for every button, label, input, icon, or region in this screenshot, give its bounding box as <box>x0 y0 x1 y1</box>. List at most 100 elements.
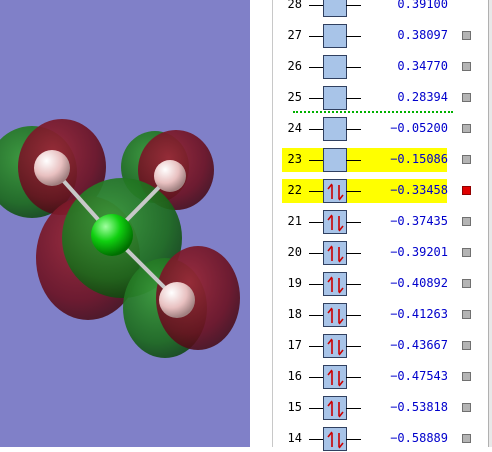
orbital-checkbox[interactable] <box>462 341 471 350</box>
level-line <box>309 5 324 6</box>
orbital-checkbox[interactable] <box>462 155 471 164</box>
orbital-checkbox[interactable] <box>462 62 471 71</box>
orbital-box[interactable] <box>323 86 347 110</box>
electron-pair-icon <box>327 183 344 201</box>
mo-energy: −0.41263 <box>390 307 448 321</box>
mo-row[interactable]: 28 0.39100 <box>273 0 489 17</box>
carbon-atom[interactable] <box>91 214 133 256</box>
mo-number: 23 <box>287 152 302 166</box>
orbital-checkbox[interactable] <box>462 372 471 381</box>
electron-pair-icon <box>327 431 344 449</box>
mo-row[interactable]: 27 0.38097 <box>273 24 489 48</box>
mo-number: 14 <box>287 431 302 445</box>
molecule-viewer[interactable] <box>0 0 250 447</box>
level-line <box>346 36 361 37</box>
orbital-box[interactable] <box>323 0 347 17</box>
electron-pair-icon <box>327 245 344 263</box>
level-line <box>309 253 324 254</box>
orbital-box[interactable] <box>323 334 347 358</box>
mo-number: 19 <box>287 276 302 290</box>
level-line <box>309 408 324 409</box>
mo-row[interactable]: 17 −0.43667 <box>273 334 489 358</box>
orbital-box[interactable] <box>323 117 347 141</box>
orbital-checkbox[interactable] <box>462 93 471 102</box>
selected-orbital-checkbox[interactable] <box>462 186 471 195</box>
mo-energy: 0.39100 <box>397 0 448 11</box>
orbital-box[interactable] <box>323 55 347 79</box>
electron-pair-icon <box>327 400 344 418</box>
orbital-box[interactable] <box>323 179 347 203</box>
level-line <box>346 191 361 192</box>
orbital-checkbox[interactable] <box>462 434 471 443</box>
orbital-checkbox[interactable] <box>462 248 471 257</box>
orbital-checkbox[interactable] <box>462 124 471 133</box>
hydrogen-atom[interactable] <box>159 282 195 318</box>
orbital-checkbox[interactable] <box>462 31 471 40</box>
hydrogen-atom[interactable] <box>34 150 70 186</box>
level-line <box>346 439 361 440</box>
orbital-box[interactable] <box>323 210 347 234</box>
mo-number: 24 <box>287 121 302 135</box>
orbital-box[interactable] <box>323 148 347 172</box>
orbital-box[interactable] <box>323 303 347 327</box>
mo-number: 25 <box>287 90 302 104</box>
orbital-box[interactable] <box>323 272 347 296</box>
orbital-box[interactable] <box>323 427 347 451</box>
level-line <box>346 5 361 6</box>
level-line <box>309 98 324 99</box>
mo-number: 22 <box>287 183 302 197</box>
mo-row[interactable]: 15 −0.53818 <box>273 396 489 420</box>
homo-lumo-separator <box>293 111 453 113</box>
mo-energy: −0.53818 <box>390 400 448 414</box>
hydrogen-atom[interactable] <box>154 160 186 192</box>
electron-pair-icon <box>327 307 344 325</box>
mo-energy: −0.15086 <box>390 152 448 166</box>
mo-row[interactable]: 25 0.28394 <box>273 86 489 110</box>
level-line <box>309 377 324 378</box>
mo-energy: −0.05200 <box>390 121 448 135</box>
mo-energy: 0.28394 <box>397 90 448 104</box>
mo-row[interactable]: 14 −0.58889 <box>273 427 489 451</box>
mo-energy: −0.43667 <box>390 338 448 352</box>
level-line <box>309 191 324 192</box>
level-line <box>346 346 361 347</box>
mo-row[interactable]: 24 −0.05200 <box>273 117 489 141</box>
level-line <box>346 284 361 285</box>
mo-row[interactable]: 26 0.34770 <box>273 55 489 79</box>
orbital-box[interactable] <box>323 24 347 48</box>
level-line <box>309 160 324 161</box>
orbital-box[interactable] <box>323 396 347 420</box>
molecule-orbital-render <box>0 119 240 358</box>
mo-diagram-panel: 28 0.39100 27 0.38097 26 0.34770 25 0.28394 24 −0… <box>272 0 489 451</box>
scrollbar[interactable] <box>488 0 492 447</box>
mo-row[interactable]: 19 −0.40892 <box>273 272 489 296</box>
orbital-box[interactable] <box>323 241 347 265</box>
mo-row[interactable]: 21 −0.37435 <box>273 210 489 234</box>
orbital-checkbox[interactable] <box>462 279 471 288</box>
splitter[interactable] <box>250 0 272 447</box>
mo-energy: −0.47543 <box>390 369 448 383</box>
level-line <box>346 160 361 161</box>
level-line <box>346 377 361 378</box>
mo-row[interactable]: 18 −0.41263 <box>273 303 489 327</box>
level-line <box>346 222 361 223</box>
orbital-checkbox[interactable] <box>462 310 471 319</box>
level-line <box>346 253 361 254</box>
mo-row[interactable]: 23 −0.15086 <box>273 148 489 172</box>
orbital-checkbox[interactable] <box>462 217 471 226</box>
mo-number: 21 <box>287 214 302 228</box>
level-line <box>309 67 324 68</box>
mo-row[interactable]: 20 −0.39201 <box>273 241 489 265</box>
mo-energy: −0.39201 <box>390 245 448 259</box>
level-line <box>309 284 324 285</box>
mo-number: 18 <box>287 307 302 321</box>
level-line <box>346 129 361 130</box>
level-line <box>346 315 361 316</box>
mo-number: 15 <box>287 400 302 414</box>
orbital-checkbox[interactable] <box>462 403 471 412</box>
mo-number: 26 <box>287 59 302 73</box>
mo-row[interactable]: 16 −0.47543 <box>273 365 489 389</box>
mo-row[interactable]: 22 −0.33458 <box>273 179 489 203</box>
orbital-box[interactable] <box>323 365 347 389</box>
level-line <box>346 98 361 99</box>
